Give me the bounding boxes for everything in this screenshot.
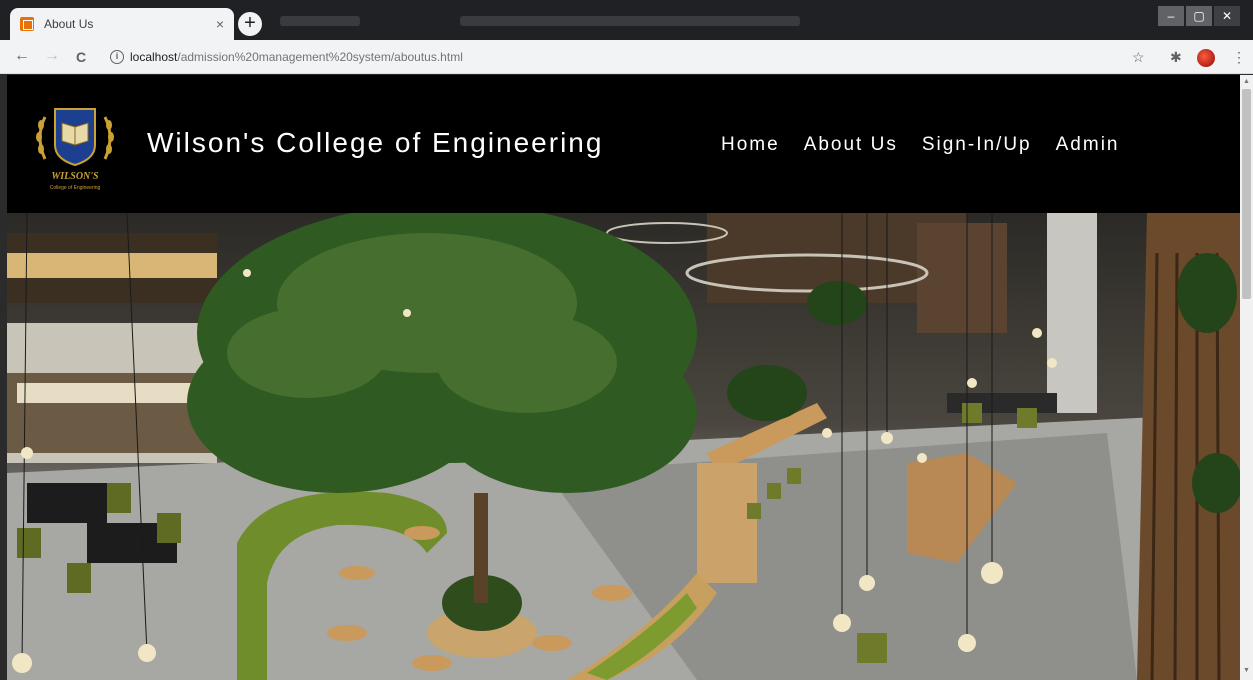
atrium-photo: [7, 213, 1240, 680]
minimize-button[interactable]: –: [1158, 6, 1184, 26]
college-logo[interactable]: WILSON'S College of Engineering: [31, 97, 119, 193]
browser-tab-bar: About Us × + – ▢ ✕: [0, 0, 1253, 40]
site-info-icon[interactable]: i: [110, 50, 124, 64]
main-nav: Home About Us Sign-In/Up Admin: [721, 134, 1119, 156]
site-header: WILSON'S College of Engineering Wilson's…: [7, 75, 1240, 213]
page-favicon-icon: [20, 17, 34, 31]
new-tab-button[interactable]: +: [238, 12, 262, 36]
bookmark-star-icon[interactable]: ☆: [1132, 49, 1145, 66]
address-bar[interactable]: i localhost /admission%20management%20sy…: [106, 45, 1126, 69]
blurred-tab[interactable]: [280, 16, 360, 26]
profile-avatar[interactable]: [1197, 49, 1215, 67]
logo-subtext: College of Engineering: [50, 185, 101, 191]
scroll-thumb[interactable]: [1242, 89, 1251, 299]
nav-admin[interactable]: Admin: [1056, 134, 1120, 156]
nav-about-us[interactable]: About Us: [804, 134, 898, 156]
nav-home[interactable]: Home: [721, 134, 780, 156]
nav-sign-in-up[interactable]: Sign-In/Up: [922, 134, 1032, 156]
url-host: localhost: [130, 50, 178, 64]
blurred-tab[interactable]: [460, 16, 800, 26]
site-title: Wilson's College of Engineering: [147, 127, 604, 158]
scroll-down-icon[interactable]: ▼: [1243, 667, 1250, 674]
maximize-button[interactable]: ▢: [1186, 6, 1212, 26]
url-path: /admission%20management%20system/aboutus…: [177, 50, 463, 64]
page-scrollbar[interactable]: ▲ ▼: [1240, 75, 1253, 680]
logo-text: WILSON'S: [51, 171, 99, 182]
tab-close-icon[interactable]: ×: [216, 16, 224, 32]
tab-title: About Us: [44, 17, 94, 31]
hero-image: [7, 213, 1240, 680]
menu-kebab-icon[interactable]: ⋮: [1232, 49, 1246, 66]
forward-button[interactable]: →: [44, 47, 60, 65]
tab-about-us[interactable]: About Us ×: [10, 8, 234, 40]
scroll-up-icon[interactable]: ▲: [1243, 78, 1250, 85]
back-button[interactable]: ←: [14, 47, 30, 65]
page-viewport: WILSON'S College of Engineering Wilson's…: [7, 75, 1240, 680]
reload-button[interactable]: C: [76, 49, 86, 65]
browser-toolbar: ← → C i localhost /admission%20managemen…: [0, 40, 1253, 74]
close-window-button[interactable]: ✕: [1214, 6, 1240, 26]
extensions-icon[interactable]: ✱: [1170, 49, 1182, 66]
